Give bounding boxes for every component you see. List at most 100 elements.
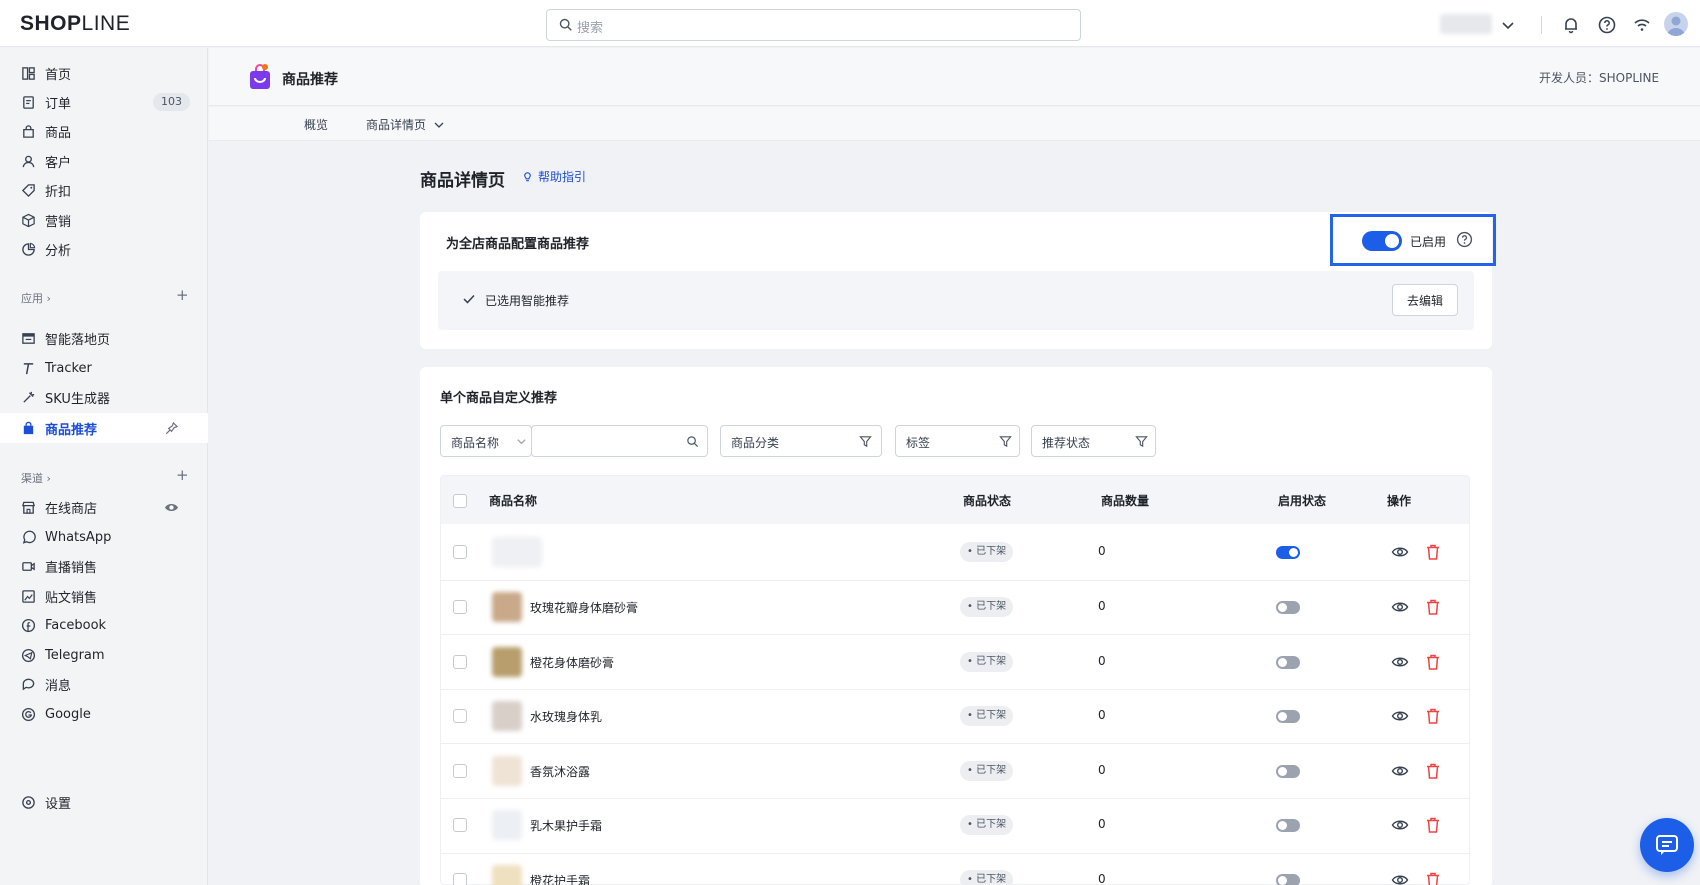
global-enable-toggle[interactable] [1362,231,1402,251]
tag-filter[interactable]: 标签 [895,425,1020,457]
product-name-select[interactable]: 商品名称 [440,425,532,457]
product-thumbnail [492,810,522,841]
pin-icon[interactable] [164,421,179,436]
status-badge: • 已下架 [960,706,1014,727]
row-enable-toggle[interactable] [1276,873,1300,885]
sidebar-item-facebook[interactable]: Facebook [0,610,208,640]
sidebar-item-google[interactable]: Google [0,699,208,729]
sidebar-item-marketing[interactable]: 营销 [0,205,208,235]
row-checkbox[interactable] [453,709,467,724]
recommend-status-filter[interactable]: 推荐状态 [1031,425,1156,457]
help-icon[interactable] [1597,15,1617,35]
store-selector[interactable] [1440,14,1492,34]
sidebar-item-live-sales[interactable]: 直播销售 [0,551,208,581]
sidebar-item-product-recommend[interactable]: 商品推荐 [0,413,208,443]
trash-icon[interactable] [1424,598,1442,616]
row-checkbox[interactable] [453,818,467,833]
product-name[interactable]: 玫瑰花瓣身体磨砂膏 [530,599,638,616]
product-name[interactable]: 香氛沐浴露 [530,763,590,780]
toggle-knob [1278,821,1287,831]
trash-icon[interactable] [1424,543,1442,561]
row-enable-toggle[interactable] [1276,710,1300,724]
apps-section-title[interactable]: 应用 › [21,290,51,306]
category-filter[interactable]: 商品分类 [720,425,882,457]
sku-generator-icon [23,391,35,403]
row-divider [441,798,1469,799]
eye-icon[interactable] [1391,653,1409,671]
filter-icon [859,436,872,448]
eye-icon[interactable] [1391,707,1409,725]
chevron-down-icon[interactable] [1498,15,1518,35]
add-channel-icon[interactable]: + [176,466,189,484]
trash-icon[interactable] [1424,871,1442,885]
sidebar: 首页 订单 103 商品 客户 折扣 营销 分析 应用 › + 智能落地页 Tr… [0,48,208,885]
trash-icon[interactable] [1424,653,1442,671]
help-guide-link[interactable]: 帮助指引 [521,168,586,185]
shopline-logo[interactable]: SHOPLINE [20,12,130,36]
eye-icon[interactable] [164,500,179,515]
sidebar-item-customers[interactable]: 客户 [0,146,208,176]
edit-button[interactable]: 去编辑 [1392,284,1458,316]
tab-product-detail[interactable]: 商品详情页 [366,116,444,133]
trash-icon[interactable] [1424,762,1442,780]
toggle-knob [1385,234,1399,248]
trash-icon[interactable] [1424,816,1442,834]
row-enable-toggle[interactable] [1276,546,1300,560]
add-app-icon[interactable]: + [176,286,189,304]
row-checkbox[interactable] [453,763,467,778]
sidebar-item-products[interactable]: 商品 [0,116,208,146]
sidebar-item-discounts[interactable]: 折扣 [0,175,208,205]
sidebar-item-home[interactable]: 首页 [0,58,208,88]
toggle-knob [1289,548,1298,558]
eye-icon[interactable] [1391,543,1409,561]
product-name[interactable]: 水玫瑰身体乳 [530,708,602,725]
sidebar-item-orders[interactable]: 订单 103 [0,87,208,117]
row-enable-toggle[interactable] [1276,764,1300,778]
sidebar-item-online-store[interactable]: 在线商店 [0,492,208,522]
sidebar-item-sku-generator[interactable]: SKU生成器 [0,382,208,412]
row-enable-toggle[interactable] [1276,819,1300,833]
row-checkbox[interactable] [453,654,467,669]
row-checkbox[interactable] [453,872,467,885]
sidebar-item-messages[interactable]: 消息 [0,669,208,699]
search-icon[interactable] [686,435,699,448]
product-name[interactable]: 乳木果护手霜 [530,817,602,834]
product-search-input[interactable] [531,425,708,457]
sidebar-item-label: 客户 [45,155,72,171]
page-header [209,48,1700,106]
eye-icon[interactable] [1391,598,1409,616]
row-checkbox[interactable] [453,545,467,560]
trash-icon[interactable] [1424,707,1442,725]
eye-icon[interactable] [1391,816,1409,834]
product-thumbnail [492,755,522,786]
sidebar-item-whatsapp[interactable]: WhatsApp [0,522,208,552]
chat-button[interactable] [1640,818,1694,872]
sidebar-item-label: 折扣 [45,184,72,200]
row-enable-toggle[interactable] [1276,600,1300,614]
product-name[interactable]: 橙花护手霜 [530,872,590,885]
tab-overview[interactable]: 概览 [304,116,328,133]
avatar[interactable] [1664,12,1688,36]
bell-icon[interactable] [1561,15,1581,35]
sidebar-item-telegram[interactable]: Telegram [0,640,208,670]
sidebar-item-post-sales[interactable]: 贴文销售 [0,581,208,611]
sidebar-item-analytics[interactable]: 分析 [0,234,208,264]
row-enable-toggle[interactable] [1276,655,1300,669]
eye-icon[interactable] [1391,762,1409,780]
row-checkbox[interactable] [453,599,467,614]
wifi-icon[interactable] [1632,15,1652,35]
sidebar-item-smart-landing[interactable]: 智能落地页 [0,323,208,353]
sidebar-item-label: 消息 [45,678,72,694]
product-name[interactable]: 橙花身体磨砂膏 [530,654,614,671]
channels-section-title[interactable]: 渠道 › [21,470,51,486]
row-divider [441,634,1469,636]
column-header-name: 商品名称 [489,494,538,508]
product-quantity: 0 [1098,871,1106,885]
sidebar-item-settings[interactable]: 设置 [0,787,208,817]
search-input[interactable]: 搜索 [546,9,1081,41]
product-bag-icon [23,124,34,138]
select-all-checkbox[interactable] [453,494,467,508]
eye-icon[interactable] [1391,871,1409,885]
question-icon[interactable] [1456,231,1473,248]
sidebar-item-tracker[interactable]: Tracker [0,353,208,383]
